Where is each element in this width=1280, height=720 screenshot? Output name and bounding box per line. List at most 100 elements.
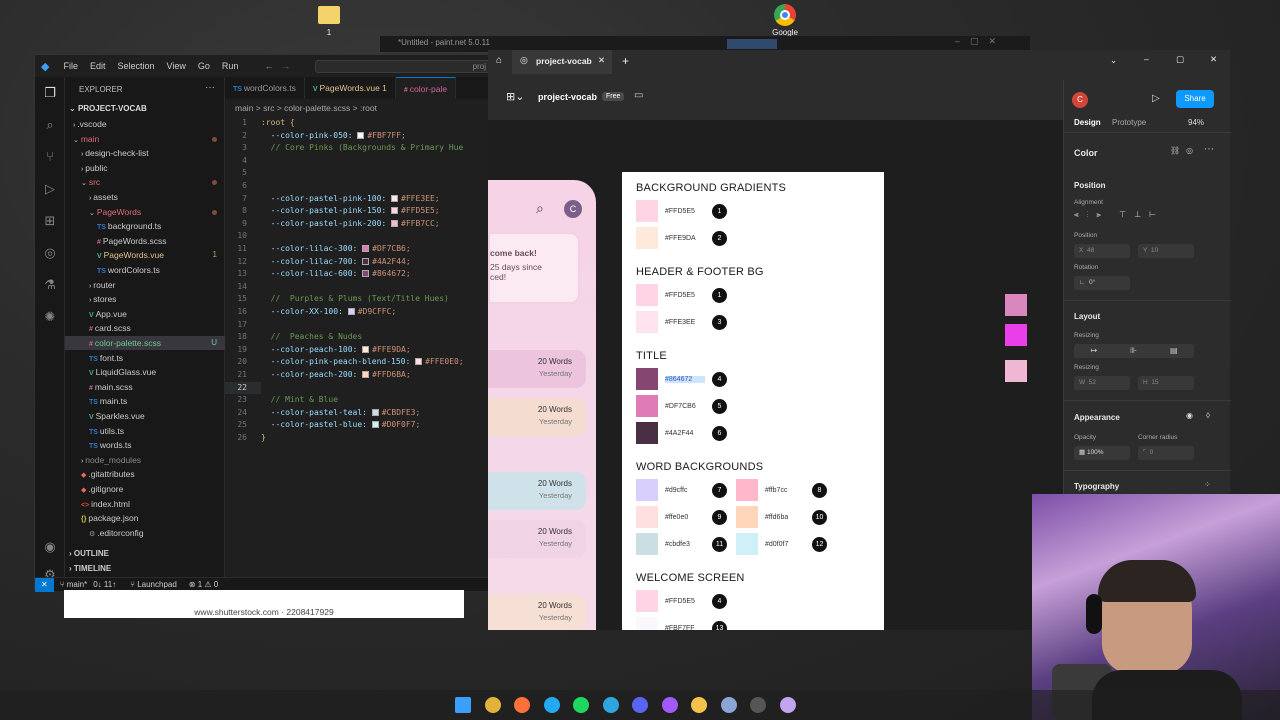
extensions-icon[interactable]: ⊞ bbox=[42, 213, 58, 229]
tree-file[interactable]: V PageWords.vue 1 bbox=[65, 248, 225, 262]
test-icon[interactable]: ⚗ bbox=[42, 277, 58, 293]
explorer-files-icon[interactable]: ❐ bbox=[42, 85, 58, 101]
code-line[interactable]: 18 // Peaches & Nudes bbox=[225, 331, 362, 344]
menu-edit[interactable]: Edit bbox=[84, 61, 112, 71]
tree-file[interactable]: {} package.json bbox=[65, 511, 225, 525]
code-line[interactable]: 15 // Purples & Plums (Text/Title Hues) bbox=[225, 293, 448, 306]
tree-file[interactable]: # PageWords.scss bbox=[65, 234, 225, 248]
resizing-mode-buttons[interactable]: ↦ ⊪ ▤ bbox=[1074, 344, 1194, 358]
tree-file[interactable]: # main.scss bbox=[65, 380, 225, 394]
figma-menu-icon[interactable]: ⊞⌄ bbox=[506, 90, 524, 103]
code-line[interactable]: 3 // Core Pinks (Backgrounds & Primary H… bbox=[225, 142, 463, 155]
discord-taskbar-icon[interactable] bbox=[632, 697, 648, 713]
tree-file[interactable]: TS main.ts bbox=[65, 394, 225, 408]
color-swatch[interactable] bbox=[362, 270, 370, 278]
tree-folder[interactable]: ⌄ PageWords bbox=[65, 205, 225, 219]
present-play-icon[interactable]: ▷ bbox=[1152, 93, 1160, 104]
palette-swatch-row[interactable]: #FFD5E5 1 bbox=[636, 284, 727, 306]
home-icon[interactable]: ⌂ bbox=[496, 55, 502, 66]
code-line[interactable]: 5 bbox=[225, 167, 261, 180]
color-swatch[interactable] bbox=[636, 200, 658, 222]
palette-swatch-row[interactable]: #DF7CB6 5 bbox=[636, 395, 727, 417]
code-line[interactable]: 11 --color-lilac-300: #DF7CB6; bbox=[225, 243, 410, 256]
command-center-search[interactable]: proj bbox=[315, 60, 491, 73]
code-line[interactable]: 7 --color-pastel-pink-100: #FFE3EE; bbox=[225, 193, 439, 206]
hex-code-label[interactable]: #FFD5E5 bbox=[665, 598, 705, 605]
code-line[interactable]: 20 --color-pink-peach-blend-150: #FFE0E0… bbox=[225, 356, 463, 369]
palette-swatch-row[interactable]: #864672 4 bbox=[636, 368, 727, 390]
code-line[interactable]: 8 --color-pastel-pink-150: #FFD5E5; bbox=[225, 205, 439, 218]
file-name[interactable]: project-vocab bbox=[538, 92, 597, 102]
more-actions-icon[interactable]: ··· bbox=[205, 82, 215, 93]
edge-taskbar-icon[interactable] bbox=[602, 697, 619, 713]
menu-file[interactable]: File bbox=[57, 61, 84, 71]
spotify-taskbar-icon[interactable] bbox=[573, 697, 589, 713]
explorer-taskbar-icon[interactable] bbox=[691, 697, 707, 713]
tree-file[interactable]: # card.scss bbox=[65, 321, 225, 335]
color-swatch[interactable] bbox=[636, 533, 658, 555]
tree-file[interactable]: V Sparkles.vue bbox=[65, 409, 225, 423]
tree-file[interactable]: ⚙ .editorconfig bbox=[65, 526, 225, 540]
palette-swatch-row[interactable]: #FFE3EE 3 bbox=[636, 311, 727, 333]
tree-folder[interactable]: › router bbox=[65, 278, 225, 292]
hex-code-label[interactable]: #864672 bbox=[665, 375, 705, 383]
palette-swatch-row[interactable]: #cbdfe3 11 bbox=[636, 533, 727, 555]
color-swatch[interactable] bbox=[362, 257, 370, 265]
code-line[interactable]: 13 --color-lilac-600: #864672; bbox=[225, 268, 410, 281]
close-window-icon[interactable]: ✕ bbox=[1210, 54, 1217, 65]
color-swatch[interactable] bbox=[391, 207, 399, 215]
tree-file[interactable]: TS background.ts bbox=[65, 219, 225, 233]
account-icon[interactable]: ◉ bbox=[42, 539, 58, 555]
color-swatch[interactable] bbox=[636, 590, 658, 612]
palette-swatch-row[interactable]: #ffb7cc 8 bbox=[736, 479, 827, 501]
minimize-icon[interactable]: – bbox=[1144, 54, 1149, 64]
user-avatar[interactable]: C bbox=[1072, 92, 1088, 108]
visibility-eye-icon[interactable]: ◉ bbox=[1186, 411, 1193, 420]
hex-code-label[interactable]: #d0f0f7 bbox=[765, 541, 805, 548]
palette-swatch-row[interactable]: #ffd6ba 10 bbox=[736, 506, 827, 528]
tree-file[interactable]: V App.vue bbox=[65, 307, 225, 321]
menu-view[interactable]: View bbox=[161, 61, 192, 71]
color-swatch[interactable] bbox=[371, 408, 379, 416]
firefox-taskbar-icon[interactable] bbox=[514, 697, 530, 713]
sidebar-toggle-icon[interactable]: ▭ bbox=[634, 90, 643, 101]
hex-code-label[interactable]: #ffb7cc bbox=[765, 487, 805, 494]
search-icon[interactable]: ⌕ bbox=[42, 117, 58, 133]
tab-prototype[interactable]: Prototype bbox=[1112, 118, 1146, 127]
tree-file[interactable]: TS utils.ts bbox=[65, 424, 225, 438]
editor-tab[interactable]: TS wordColors.ts bbox=[225, 77, 305, 99]
word-card[interactable]: 20 Words Yesterday bbox=[488, 594, 586, 630]
y-input[interactable]: Y 10 bbox=[1138, 244, 1194, 258]
floating-color-swatch[interactable] bbox=[1005, 360, 1027, 382]
word-card[interactable]: 20 Words Yesterday bbox=[488, 520, 586, 558]
code-line[interactable]: 16 --color-XX-100: #D9CFFC; bbox=[225, 306, 396, 319]
color-swatch[interactable] bbox=[391, 194, 399, 202]
color-swatch[interactable] bbox=[636, 617, 658, 630]
hex-code-label[interactable]: #d9cffc bbox=[665, 487, 705, 494]
tree-folder[interactable]: › design-check-list bbox=[65, 146, 225, 160]
back-arrow-icon[interactable]: ← bbox=[244, 61, 273, 71]
phone-frame[interactable]: ⌕ C come back! 25 days since ced! + 20 W… bbox=[488, 180, 596, 630]
tree-file[interactable]: ◆ .gitattributes bbox=[65, 467, 225, 481]
code-line[interactable]: 21 --color-peach-200: #FFD6BA; bbox=[225, 369, 410, 382]
code-line[interactable]: 2 --color-pink-050: #FBF7FF; bbox=[225, 130, 406, 143]
tree-file[interactable]: TS font.ts bbox=[65, 351, 225, 365]
code-line[interactable]: 22 bbox=[225, 381, 261, 395]
x-input[interactable]: X 48 bbox=[1074, 244, 1130, 258]
tree-folder[interactable]: › public bbox=[65, 161, 225, 175]
new-tab-icon[interactable]: + bbox=[622, 54, 629, 68]
rotation-input[interactable]: ∟ 0° bbox=[1074, 276, 1130, 290]
code-editor[interactable]: TS wordColors.ts V PageWords.vue 1 # color… bbox=[225, 77, 491, 577]
source-control-icon[interactable]: ⑂ bbox=[42, 149, 58, 165]
text-styles-icon[interactable]: ⁘ bbox=[1204, 480, 1211, 489]
desktop-chrome-shortcut[interactable]: Google bbox=[755, 4, 815, 37]
launchpad-indicator[interactable]: ⑂ Launchpad bbox=[116, 580, 177, 589]
code-line[interactable]: 10 bbox=[225, 230, 261, 243]
openai-icon[interactable]: ✺ bbox=[42, 309, 58, 325]
more-icon[interactable]: ⋯ bbox=[1204, 144, 1214, 155]
width-input[interactable]: W 52 bbox=[1074, 376, 1130, 390]
code-line[interactable]: 4 bbox=[225, 155, 261, 168]
palette-swatch-row[interactable]: #d0f0f7 12 bbox=[736, 533, 827, 555]
hex-code-label[interactable]: #FFD5E5 bbox=[665, 208, 705, 215]
palette-swatch-row[interactable]: #d9cffc 7 bbox=[636, 479, 727, 501]
